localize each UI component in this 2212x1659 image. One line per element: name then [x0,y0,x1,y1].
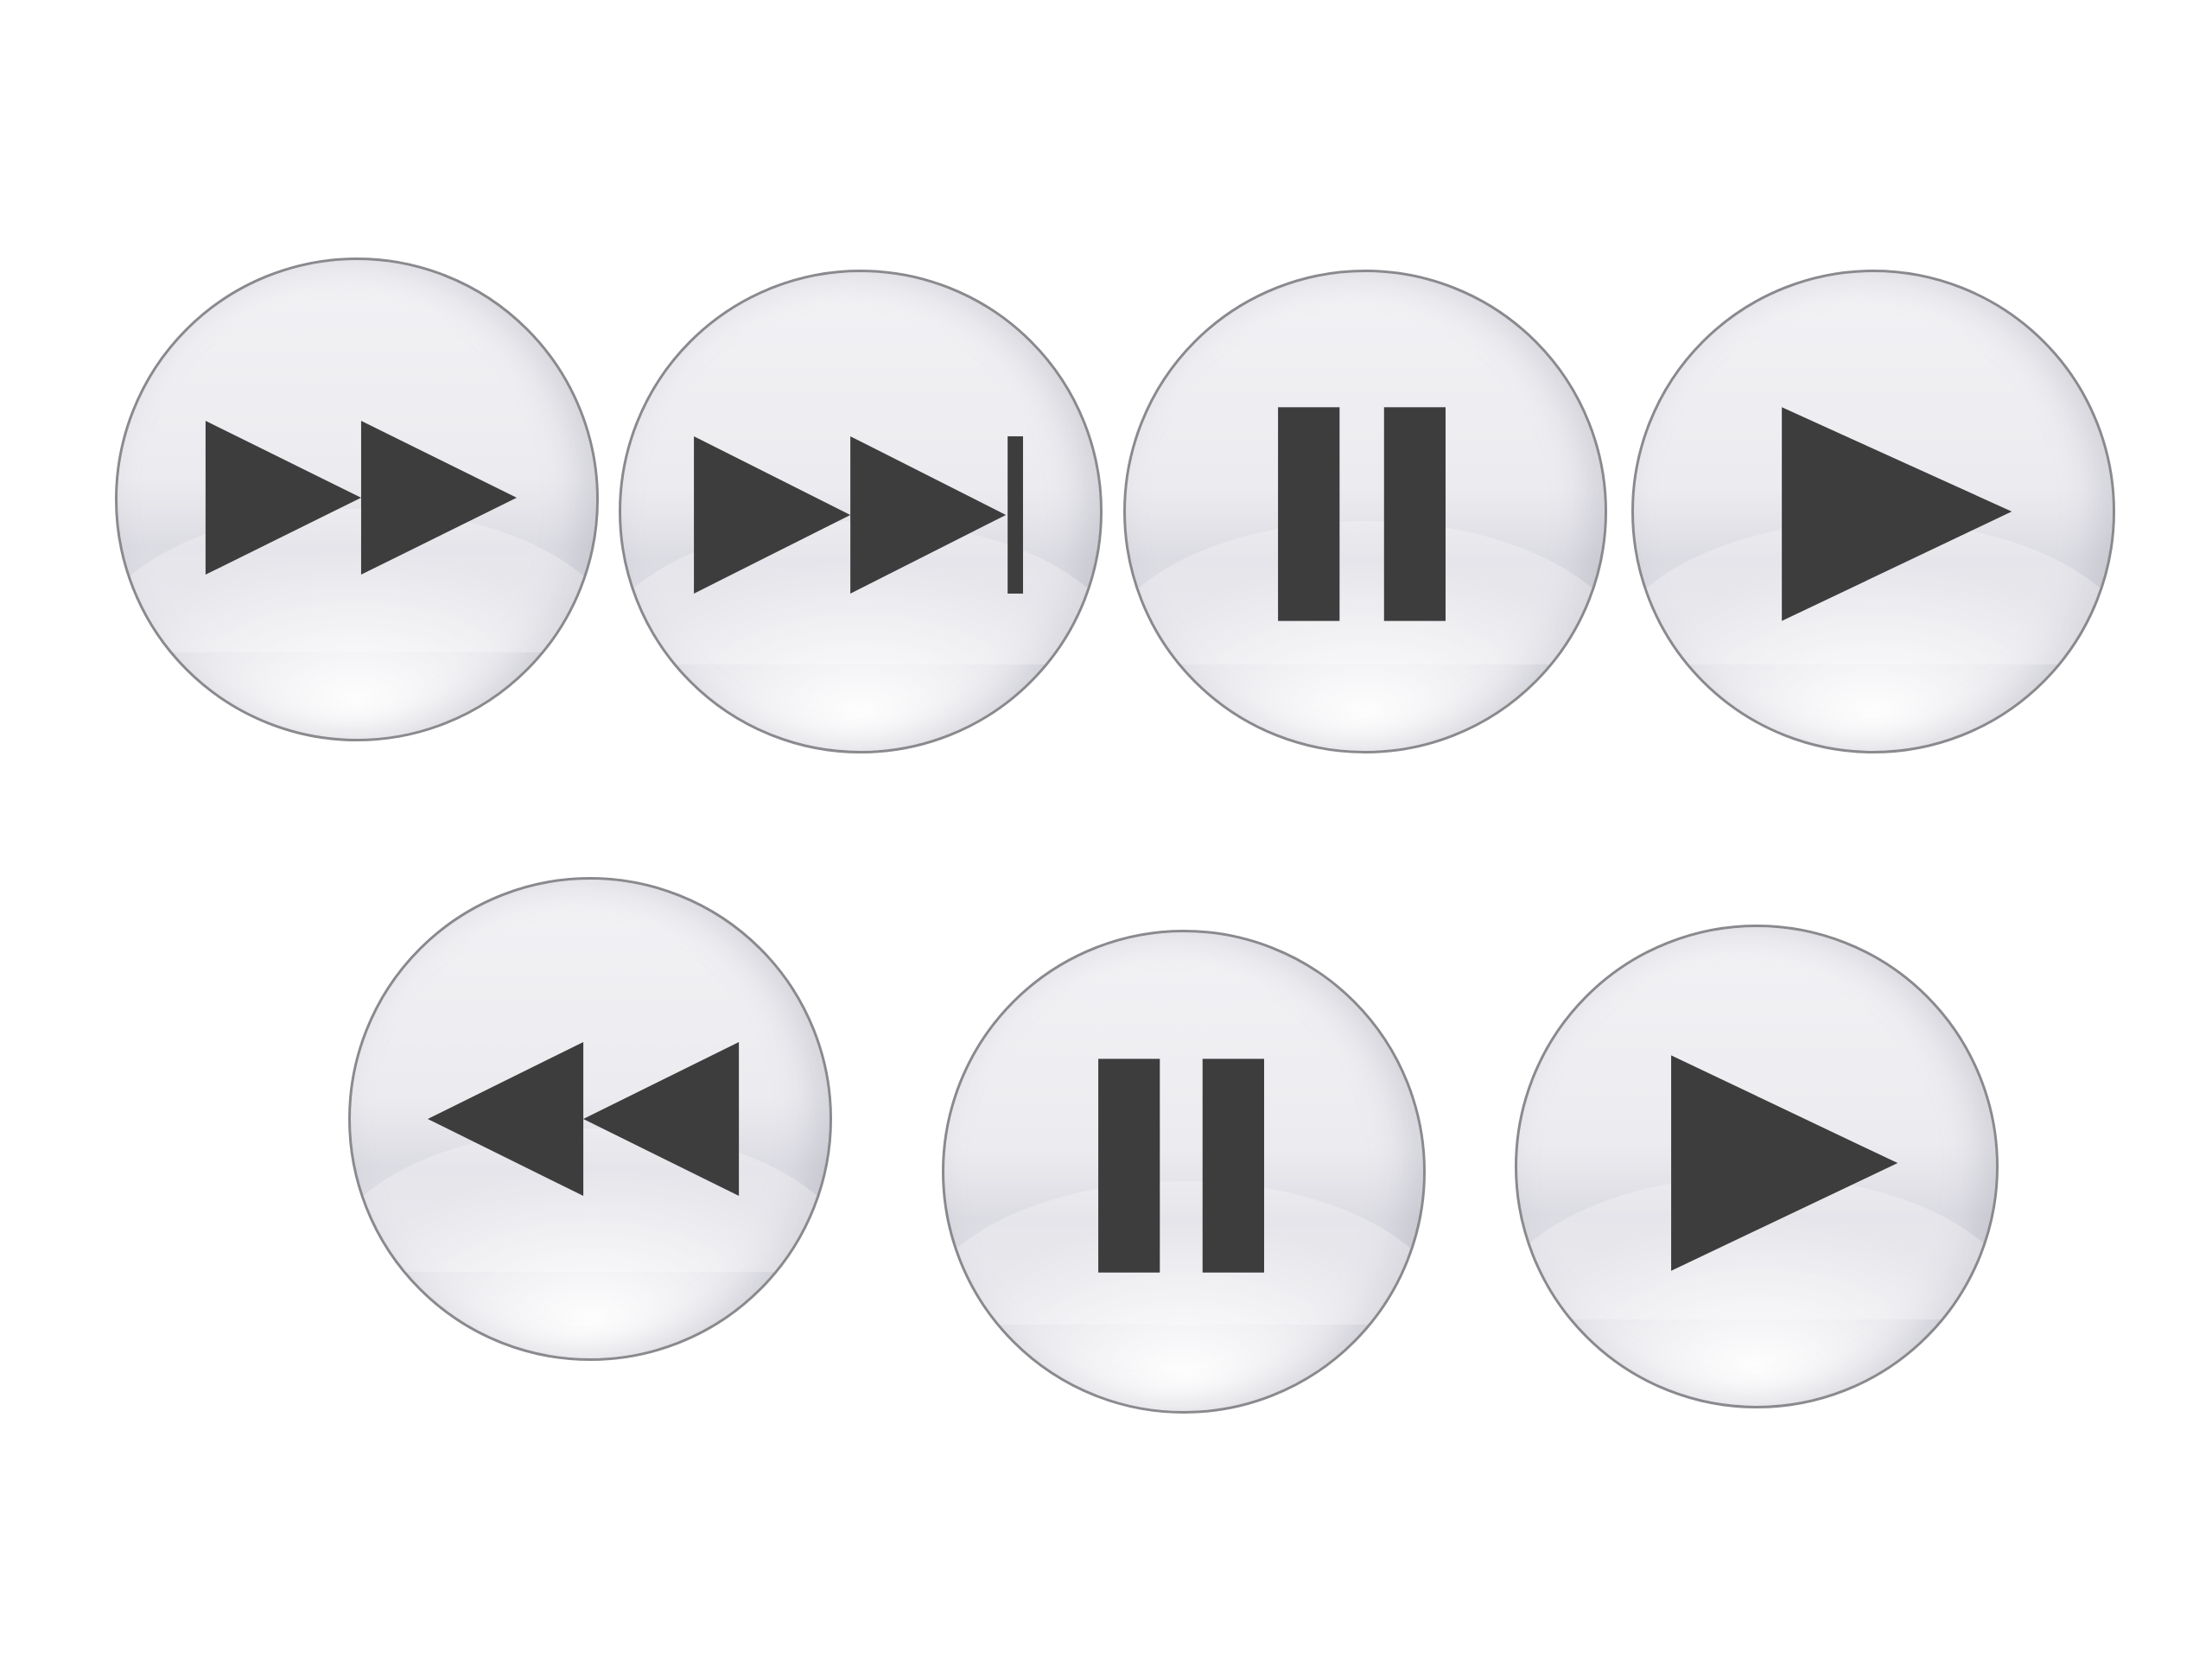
play-button[interactable] [1631,270,2115,753]
play-icon [1671,1055,1898,1271]
pause-icon [1098,1058,1264,1273]
play-icon [1782,407,2012,621]
button-gloss [1126,521,1605,665]
button-gloss [351,1128,830,1273]
skip-forward-button[interactable] [619,270,1103,753]
rewind-icon [428,1041,740,1197]
button-gloss [944,1181,1423,1325]
fast-forward-icon [205,420,517,575]
play-button[interactable] [1515,925,1999,1408]
pause-button[interactable] [942,930,1426,1414]
rewind-button[interactable] [348,877,832,1361]
pause-button[interactable] [1123,270,1607,753]
skip-forward-icon [694,435,1023,594]
fast-forward-button[interactable] [115,257,599,741]
pause-icon [1278,407,1446,621]
button-gloss [1517,1176,1996,1320]
button-gloss [118,509,596,653]
button-gloss [1634,521,2113,665]
button-gloss [621,521,1100,665]
